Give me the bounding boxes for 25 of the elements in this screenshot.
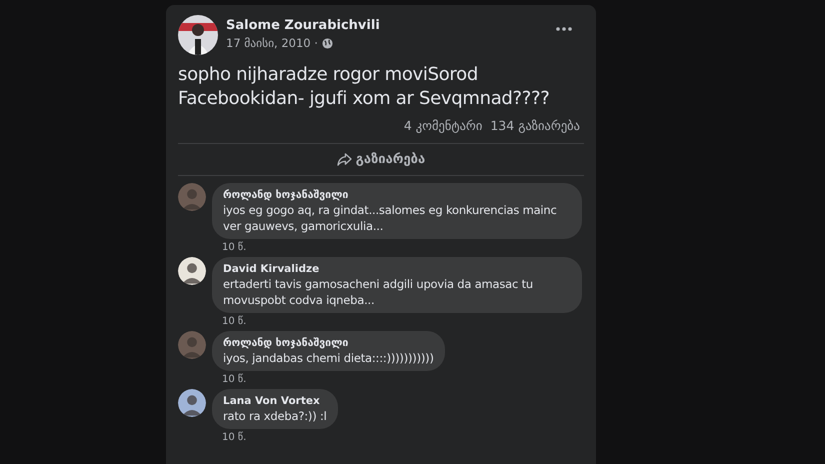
- comment-time[interactable]: 10 წ.: [212, 313, 582, 332]
- author-name[interactable]: Salome Zourabichvili: [226, 17, 380, 35]
- comment-text: ertaderti tavis gamosacheni adgili upovia da amasac tu movuspobt codva iqneba...: [223, 276, 534, 308]
- share-icon: [336, 153, 352, 166]
- globe-icon: [322, 38, 333, 50]
- comment-time[interactable]: 10 წ.: [212, 239, 582, 258]
- comment-text: iyos, jandabas chemi dieta::::))))))))))): [223, 350, 434, 366]
- more-icon: [556, 27, 572, 31]
- comment-time[interactable]: 10 წ.: [212, 429, 338, 448]
- share-button[interactable]: გაზიარება: [324, 146, 438, 174]
- comment-time[interactable]: 10 წ.: [212, 371, 445, 390]
- avatar: [178, 389, 206, 418]
- shares-count[interactable]: 134 გაზიარება: [490, 117, 580, 136]
- commenter-name[interactable]: როლანდ ხოჯანაშვილი: [223, 188, 571, 202]
- comment-text: rato ra xdeba?:)) :l: [223, 408, 327, 424]
- comments-count[interactable]: 4 კომენტარი: [404, 117, 482, 136]
- avatar: [178, 183, 206, 212]
- avatar: [178, 331, 206, 360]
- post-text: sopho nijharadze rogor moviSorod Facebookidan- jgufi xom ar Sevqmnad????: [178, 63, 551, 111]
- avatar: [178, 257, 206, 286]
- commenter-name[interactable]: David Kirvalidze: [223, 262, 571, 276]
- commenter-name[interactable]: Lana Von Vortex: [223, 394, 327, 408]
- post-date[interactable]: 17 მაისი, 2010 ·: [226, 35, 318, 52]
- comment-text: iyos eg gogo aq, ra gindat...salomes eg konkurencias mainc ver gauwevs, gamoricxulia...: [223, 202, 558, 234]
- commenter-name[interactable]: როლანდ ხოჯანაშვილი: [223, 336, 434, 350]
